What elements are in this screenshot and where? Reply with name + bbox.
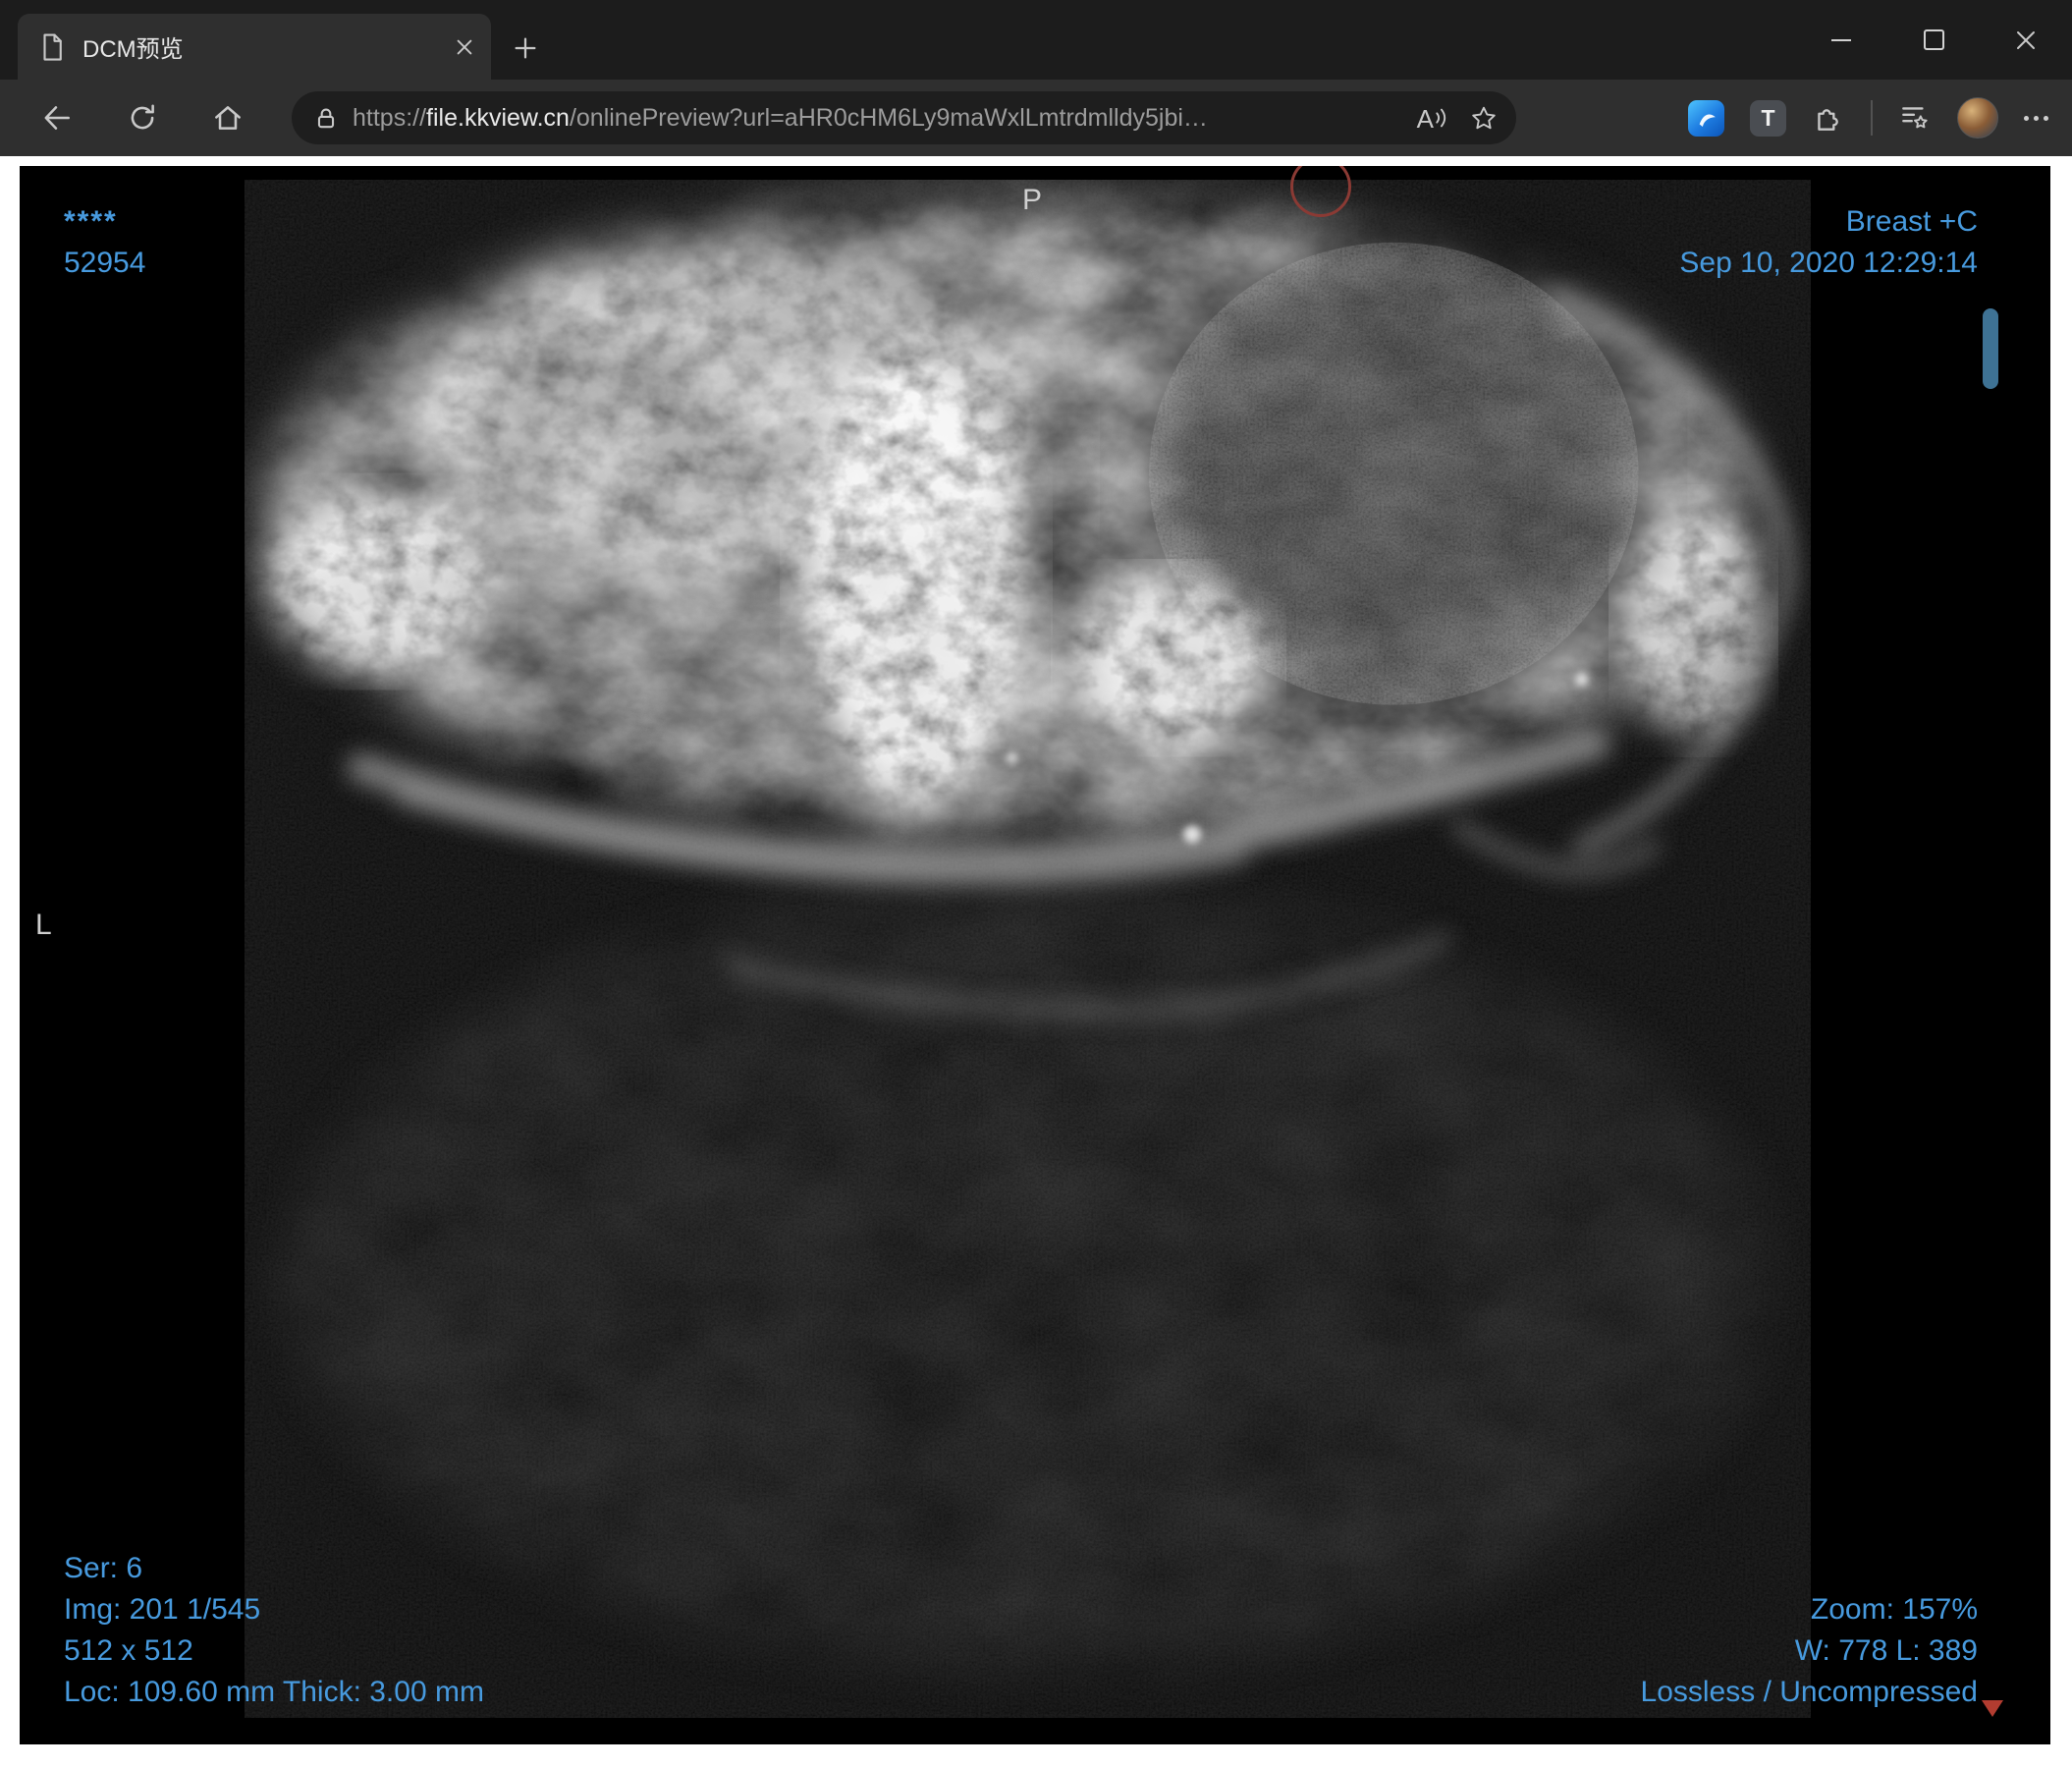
new-tab-button[interactable] — [503, 26, 548, 71]
home-button[interactable] — [206, 96, 249, 139]
maximize-button[interactable] — [1887, 0, 1980, 80]
patient-id: 52954 — [64, 247, 146, 279]
viewer-scrollbar-thumb[interactable] — [1983, 308, 1998, 389]
navigation-bar: https://file.kkview.cn/onlinePreview?url… — [0, 80, 2072, 156]
page-content: **** 52954 Breast +C Sep 10, 2020 12:29:… — [0, 156, 2072, 1768]
window-level: W: 778 L: 389 — [1794, 1634, 1978, 1667]
title-bar: DCM预览 — [0, 0, 2072, 80]
url-path: /onlinePreview?url=aHR0cHM6Ly9maWxlLmtrd… — [569, 103, 1208, 132]
refresh-button[interactable] — [121, 96, 164, 139]
image-number: Img: 201 1/545 — [64, 1593, 261, 1626]
minimize-button[interactable] — [1795, 0, 1887, 80]
favorites-list-icon[interactable] — [1898, 101, 1932, 135]
study-datetime: Sep 10, 2020 12:29:14 — [1679, 247, 1978, 279]
study-description: Breast +C — [1845, 205, 1978, 238]
toolbar-right: T — [1688, 97, 2048, 138]
close-button[interactable] — [1980, 0, 2072, 80]
dicom-viewer[interactable]: **** 52954 Breast +C Sep 10, 2020 12:29:… — [20, 166, 2050, 1744]
toolbar-divider — [1871, 100, 1873, 136]
url-scheme: https:// — [353, 103, 427, 132]
matrix-size: 512 x 512 — [64, 1634, 193, 1667]
back-button[interactable] — [35, 96, 79, 139]
read-aloud-icon[interactable]: A — [1417, 104, 1447, 132]
compression-info: Lossless / Uncompressed — [1640, 1676, 1978, 1708]
extension-t-label: T — [1761, 104, 1775, 131]
viewer-scroll-down-arrow[interactable] — [1982, 1700, 2003, 1717]
mri-image — [245, 180, 1811, 1718]
browser-window: DCM预览 https://file.kkview.cn/onlinePrevi… — [0, 0, 2072, 1768]
tab-close-icon[interactable] — [454, 36, 475, 58]
page-document-icon — [37, 32, 67, 62]
browser-tab[interactable]: DCM预览 — [18, 14, 491, 80]
settings-more-icon[interactable] — [2024, 115, 2048, 121]
url-text: https://file.kkview.cn/onlinePreview?url… — [353, 104, 1403, 133]
series-number: Ser: 6 — [64, 1552, 143, 1584]
extensions-puzzle-icon[interactable] — [1812, 101, 1845, 135]
overlay-top-right: Breast +C Sep 10, 2020 12:29:14 — [1679, 201, 1978, 284]
overlay-top-left: **** 52954 — [64, 201, 145, 284]
slice-location: Loc: 109.60 mm Thick: 3.00 mm — [64, 1676, 484, 1708]
tab-title: DCM预览 — [82, 36, 184, 63]
window-controls — [1795, 0, 2072, 80]
profile-avatar[interactable] — [1957, 97, 1998, 138]
address-bar[interactable]: https://file.kkview.cn/onlinePreview?url… — [292, 91, 1516, 144]
zoom-level: Zoom: 157% — [1810, 1593, 1978, 1626]
patient-name-masked: **** — [64, 205, 118, 238]
overlay-bottom-left: Ser: 6 Img: 201 1/545 512 x 512 Loc: 109… — [64, 1548, 484, 1713]
read-aloud-letter: A — [1416, 104, 1434, 134]
overlay-bottom-right: Zoom: 157% W: 778 L: 389 Lossless / Unco… — [1641, 1589, 1978, 1713]
lock-icon — [313, 105, 339, 131]
url-domain: file.kkview.cn — [426, 103, 570, 132]
orientation-marker-posterior: P — [1021, 184, 1042, 216]
favorite-star-icon[interactable] — [1469, 103, 1499, 133]
orientation-marker-left: L — [35, 909, 52, 941]
extension-icon-blue[interactable] — [1688, 99, 1724, 137]
extension-icon-t[interactable]: T — [1750, 99, 1786, 137]
